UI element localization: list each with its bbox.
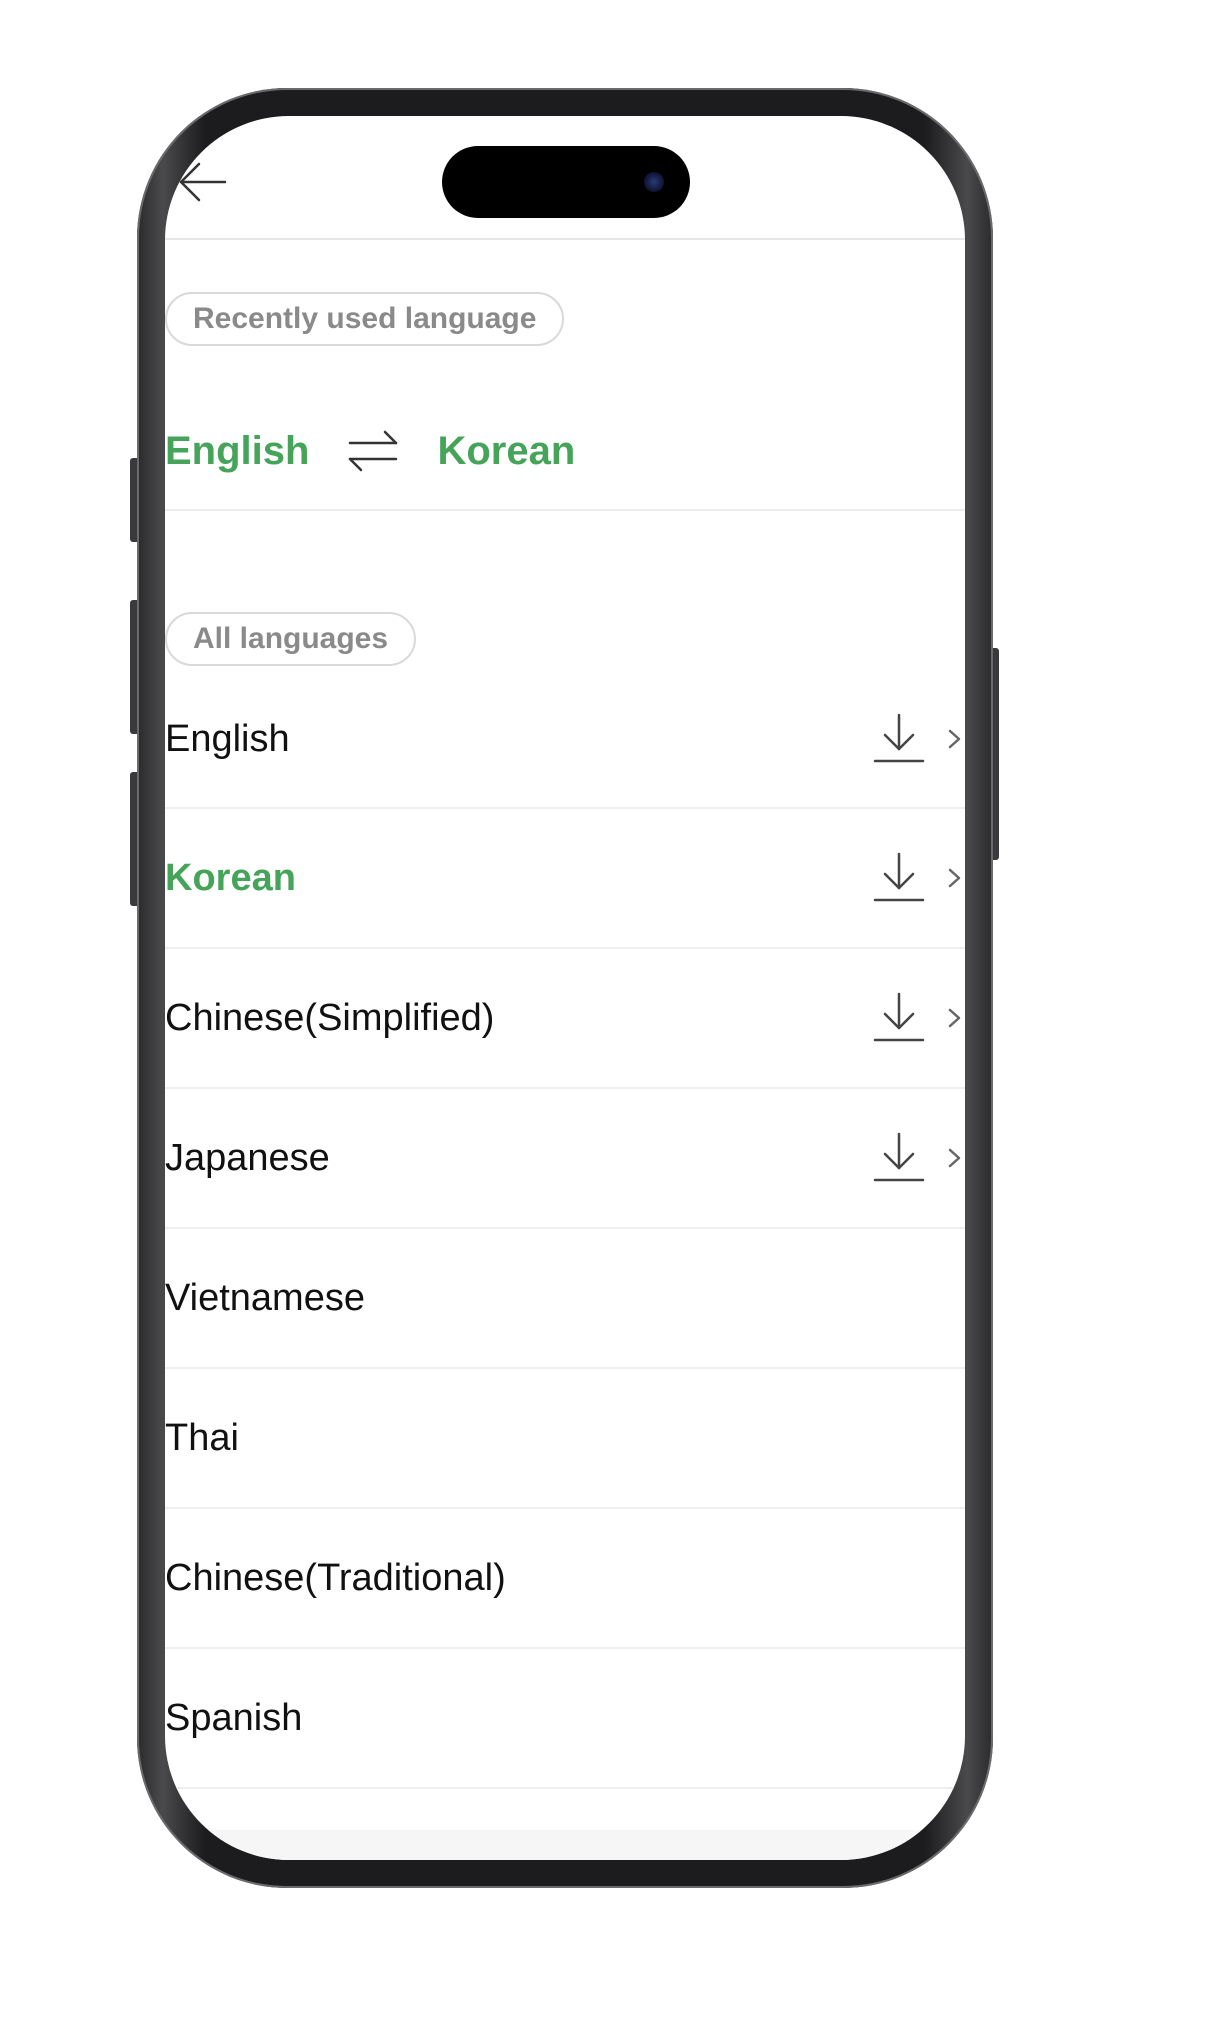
row-actions	[873, 1089, 965, 1227]
row-actions	[873, 671, 965, 807]
swap-arrows-icon[interactable]	[347, 425, 399, 477]
row-actions	[873, 949, 965, 1087]
language-row[interactable]: Japanese	[165, 1089, 965, 1229]
language-name: Vietnamese	[165, 1276, 365, 1319]
all-languages-label: All languages	[193, 622, 389, 655]
recent-language-pair: English Korean	[165, 406, 965, 496]
language-row[interactable]: English	[165, 671, 965, 809]
language-name: Korean	[165, 856, 296, 899]
download-icon[interactable]	[873, 990, 925, 1046]
language-name: Chinese(Simplified)	[165, 996, 495, 1039]
chevron-right-icon	[948, 1148, 961, 1168]
front-camera	[644, 172, 664, 192]
language-row[interactable]: Thai	[165, 1369, 965, 1509]
recently-used-label: Recently used language	[193, 302, 537, 335]
language-row[interactable]: Chinese(Traditional)	[165, 1509, 965, 1649]
target-language[interactable]: Korean	[437, 429, 575, 474]
download-icon[interactable]	[873, 711, 925, 767]
recently-used-chip: Recently used language	[165, 292, 565, 346]
language-list: English Korean Chinese(Simplified) Japanese…	[165, 713, 965, 1789]
chevron-right-icon	[948, 729, 961, 749]
dynamic-island	[442, 146, 690, 218]
language-name: Thai	[165, 1416, 239, 1459]
download-icon[interactable]	[873, 850, 925, 906]
header-divider	[165, 238, 965, 240]
language-row[interactable]: Vietnamese	[165, 1229, 965, 1369]
recent-divider	[165, 509, 965, 511]
download-icon[interactable]	[873, 1130, 925, 1186]
back-button[interactable]	[177, 156, 229, 208]
language-row[interactable]: Chinese(Simplified)	[165, 949, 965, 1089]
language-name: Japanese	[165, 1136, 330, 1179]
language-name: Chinese(Traditional)	[165, 1556, 506, 1599]
row-actions	[873, 809, 965, 947]
language-row[interactable]: Korean	[165, 809, 965, 949]
all-languages-chip: All languages	[165, 612, 417, 666]
chevron-right-icon	[948, 868, 961, 888]
stage: Recently used language English Korean Al…	[0, 0, 1212, 2034]
language-name: English	[165, 717, 290, 760]
chevron-right-icon	[948, 1008, 961, 1028]
arrow-left-icon	[179, 162, 227, 202]
language-row[interactable]: Spanish	[165, 1649, 965, 1789]
language-name: Spanish	[165, 1696, 303, 1739]
bottom-strip	[165, 1830, 965, 1860]
source-language[interactable]: English	[165, 429, 309, 474]
phone-screen: Recently used language English Korean Al…	[165, 116, 965, 1860]
